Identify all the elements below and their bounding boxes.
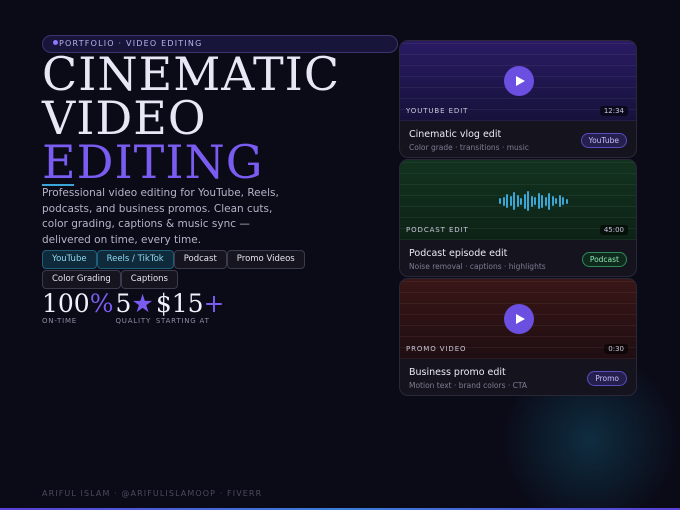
hero-title: CINEMATIC VIDEO EDITING (42, 47, 341, 189)
category-badge: YouTube (580, 133, 627, 148)
chip-promo-videos[interactable]: Promo Videos (226, 250, 305, 269)
hero-line-3: EDITING (42, 135, 264, 189)
portfolio-card-promo[interactable]: PROMO VIDEO 0:30 Business promo edit Motion… (399, 278, 637, 396)
service-chips: YouTube Reels / TikTok Podcast Promo Videos… (42, 250, 382, 290)
thumbnail-label: YOUTUBE EDIT (406, 107, 469, 115)
stats-row: 100% ON-TIME 5★ QUALITY $15+ STARTING AT (42, 290, 226, 326)
dot-icon (53, 40, 58, 45)
card-info: Podcast episode edit Noise removal · capt… (400, 240, 636, 276)
play-icon[interactable] (504, 304, 534, 334)
thumbnail-label: PROMO VIDEO (406, 345, 467, 353)
stat-accent: ★ (131, 289, 154, 318)
stat-label: STARTING AT (155, 317, 210, 325)
stat-label: QUALITY (115, 317, 152, 325)
chip-youtube[interactable]: YouTube (42, 250, 97, 269)
stat-value: $15+ (156, 290, 225, 318)
card-info: Cinematic vlog edit Color grade · transit… (400, 121, 636, 157)
chip-color-grading[interactable]: Color Grading (42, 270, 121, 289)
stat-quality: 5★ QUALITY (115, 290, 153, 326)
category-badge: Promo (587, 371, 627, 386)
chip-podcast[interactable]: Podcast (173, 250, 227, 269)
video-thumbnail[interactable]: PROMO VIDEO 0:30 (400, 279, 636, 359)
stat-value: 5★ (115, 290, 153, 318)
chip-reels-tiktok[interactable]: Reels / TikTok (96, 250, 174, 269)
duration-badge: 0:30 (604, 344, 628, 354)
duration-badge: 12:34 (599, 106, 628, 116)
thumbnail-label: PODCAST EDIT (406, 226, 469, 234)
stat-number: $15 (155, 289, 204, 318)
card-info: Business promo edit Motion text · brand c… (400, 359, 636, 395)
category-badge: Podcast (581, 252, 627, 267)
stat-number: 5 (115, 289, 132, 318)
chip-captions[interactable]: Captions (120, 270, 178, 289)
stat-on-time: 100% ON-TIME (42, 290, 113, 326)
play-icon[interactable] (504, 66, 534, 96)
stat-number: 100 (42, 289, 90, 318)
waveform-icon (499, 190, 568, 212)
video-thumbnail[interactable]: PODCAST EDIT 45:00 (400, 160, 636, 240)
stat-value: 100% (42, 290, 113, 318)
hero-line-2: VIDEO (42, 91, 207, 145)
video-thumbnail[interactable]: YOUTUBE EDIT 12:34 (400, 41, 636, 121)
stat-accent: + (203, 289, 225, 318)
stat-starting-at: $15+ STARTING AT (155, 290, 225, 326)
portfolio-card-podcast[interactable]: PODCAST EDIT 45:00 Podcast episode edit Noi… (399, 159, 637, 277)
footer-credit: ARIFUL ISLAM · @ARIFULISLAMOOP · FIVERR (42, 489, 263, 498)
stat-accent: % (89, 289, 114, 318)
stat-label: ON-TIME (42, 317, 78, 325)
duration-badge: 45:00 (599, 225, 628, 235)
portfolio-card-youtube[interactable]: YOUTUBE EDIT 12:34 Cinematic vlog edit Colo… (399, 40, 637, 158)
description: Professional video editing for YouTube, … (42, 187, 279, 246)
hero-line-1: CINEMATIC (42, 47, 341, 101)
